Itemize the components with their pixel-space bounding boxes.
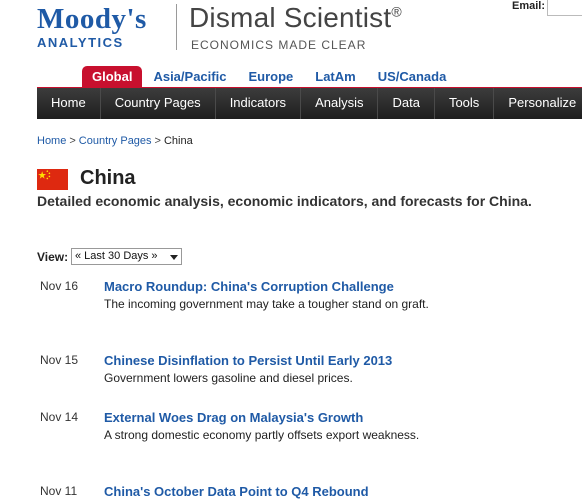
view-label: View: xyxy=(37,250,69,264)
region-tabs: Global Asia/Pacific Europe LatAm US/Cana… xyxy=(82,66,457,87)
nav-indicators[interactable]: Indicators xyxy=(216,88,302,119)
article-date: Nov 11 xyxy=(40,484,78,498)
registered-mark: ® xyxy=(391,3,402,20)
site-tagline: ECONOMICS MADE CLEAR xyxy=(191,38,367,52)
article-headline-link[interactable]: Macro Roundup: China's Corruption Challe… xyxy=(104,279,394,294)
page-subtitle: Detailed economic analysis, economic ind… xyxy=(37,193,532,209)
nav-data[interactable]: Data xyxy=(378,88,435,119)
region-tab-us-canada[interactable]: US/Canada xyxy=(367,66,458,87)
view-select-value: « Last 30 Days » xyxy=(75,250,158,262)
region-tab-europe[interactable]: Europe xyxy=(237,66,304,87)
nav-country-pages[interactable]: Country Pages xyxy=(101,88,216,119)
header-divider xyxy=(176,4,177,50)
page-title: China xyxy=(80,167,136,189)
breadcrumb: Home > Country Pages > China xyxy=(37,135,193,147)
article-date: Nov 15 xyxy=(40,353,79,367)
article-headline-link[interactable]: External Woes Drag on Malaysia's Growth xyxy=(104,410,363,425)
china-flag-icon xyxy=(37,169,68,190)
nav-analysis[interactable]: Analysis xyxy=(301,88,379,119)
article-headline-link[interactable]: China's October Data Point to Q4 Rebound xyxy=(104,484,369,499)
site-title[interactable]: Dismal Scientist® xyxy=(189,2,402,34)
email-label: Email: xyxy=(512,0,546,12)
main-nav: Home Country Pages Indicators Analysis D… xyxy=(37,87,582,119)
article-date: Nov 14 xyxy=(40,410,79,424)
article-date: Nov 16 xyxy=(40,279,79,293)
email-field[interactable] xyxy=(547,0,582,16)
nav-home[interactable]: Home xyxy=(37,88,101,119)
chevron-down-icon xyxy=(170,255,178,260)
logo-moodys-text: Moody's xyxy=(37,3,147,35)
region-tab-asia-pacific[interactable]: Asia/Pacific xyxy=(142,66,237,87)
breadcrumb-home-link[interactable]: Home xyxy=(37,135,66,147)
nav-personalize[interactable]: Personalize xyxy=(494,88,582,119)
article-summary: The incoming government may take a tough… xyxy=(104,297,429,311)
breadcrumb-current: China xyxy=(163,135,193,147)
region-tab-global[interactable]: Global xyxy=(82,66,143,87)
view-period-select[interactable]: « Last 30 Days » xyxy=(71,248,182,265)
moodys-analytics-logo[interactable]: Moody's ANALYTICS xyxy=(37,4,147,50)
breadcrumb-country-pages-link[interactable]: Country Pages xyxy=(79,135,152,147)
breadcrumb-separator: > xyxy=(69,135,76,147)
article-headline-link[interactable]: Chinese Disinflation to Persist Until Ea… xyxy=(104,353,392,368)
nav-tools[interactable]: Tools xyxy=(435,88,495,119)
region-tab-latam[interactable]: LatAm xyxy=(304,66,366,87)
article-summary: Government lowers gasoline and diesel pr… xyxy=(104,371,353,385)
site-title-text: Dismal Scientist xyxy=(189,2,392,33)
article-summary: A strong domestic economy partly offsets… xyxy=(104,428,420,442)
breadcrumb-separator: > xyxy=(154,135,161,147)
logo-analytics-text: ANALYTICS xyxy=(37,35,124,50)
